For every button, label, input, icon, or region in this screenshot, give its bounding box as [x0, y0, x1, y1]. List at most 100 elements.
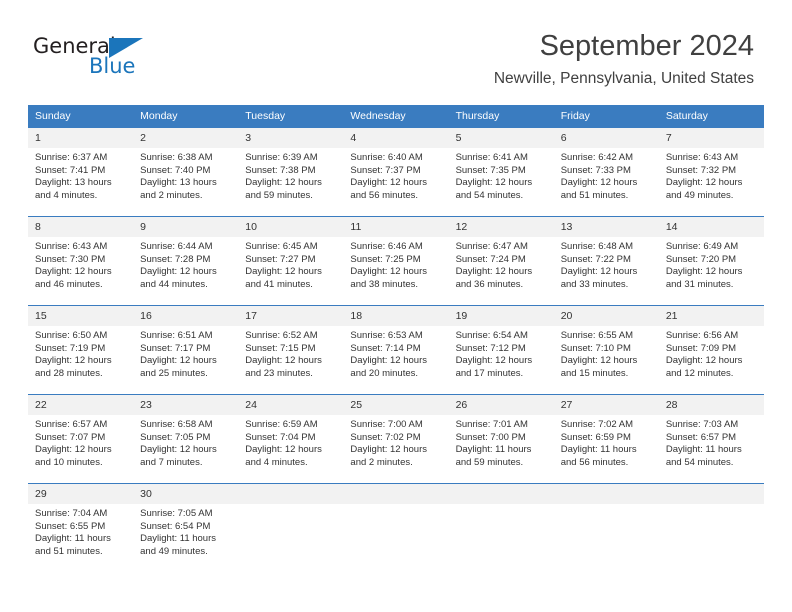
sunset-text: Sunset: 7:20 PM — [665, 253, 737, 265]
day-cell[interactable]: 29 Sunrise: 7:04 AM Sunset: 6:55 PM Dayl… — [28, 483, 134, 572]
sunrise-text: Sunrise: 6:48 AM — [560, 241, 634, 252]
daylight-text-line1: Daylight: 13 hours — [35, 177, 112, 189]
day-cell[interactable]: 5 Sunrise: 6:41 AM Sunset: 7:35 PM Dayli… — [448, 127, 554, 217]
daylight-text-line2: and 20 minutes. — [350, 367, 419, 379]
daylight-text-line1: Daylight: 12 hours — [350, 177, 427, 189]
sunset-text: Sunset: 7:22 PM — [560, 253, 631, 265]
day-number: 3 — [238, 128, 344, 148]
daylight-text-line1: Daylight: 12 hours — [665, 266, 743, 278]
day-cell[interactable]: 6 Sunrise: 6:42 AM Sunset: 7:33 PM Dayli… — [553, 127, 659, 217]
brand-logo[interactable]: General Blue — [33, 34, 213, 84]
sunrise-text: Sunrise: 6:39 AM — [245, 152, 318, 163]
daylight-text-line1: Daylight: 12 hours — [455, 355, 533, 367]
day-cell[interactable]: 18 Sunrise: 6:53 AM Sunset: 7:14 PM Dayl… — [343, 305, 449, 395]
day-cell[interactable]: 30 Sunrise: 7:05 AM Sunset: 6:54 PM Dayl… — [133, 483, 239, 572]
daylight-text-line1: Daylight: 12 hours — [560, 355, 638, 367]
sunrise-text: Sunrise: 6:44 AM — [140, 241, 213, 252]
day-cell[interactable]: 7 Sunrise: 6:43 AM Sunset: 7:32 PM Dayli… — [658, 127, 764, 217]
sunset-text: Sunset: 7:17 PM — [140, 342, 211, 354]
day-number: 1 — [28, 128, 134, 148]
sunset-text: Sunset: 7:24 PM — [455, 253, 526, 265]
sunset-text: Sunset: 6:57 PM — [665, 431, 737, 443]
day-cell[interactable]: 19 Sunrise: 6:54 AM Sunset: 7:12 PM Dayl… — [448, 305, 554, 395]
day-cell[interactable]: 9 Sunrise: 6:44 AM Sunset: 7:28 PM Dayli… — [133, 216, 239, 306]
day-details: Sunrise: 6:41 AM Sunset: 7:35 PM Dayligh… — [449, 148, 554, 216]
sunrise-text: Sunrise: 6:52 AM — [245, 330, 318, 341]
calendar-week-row: 22 Sunrise: 6:57 AM Sunset: 7:07 PM Dayl… — [28, 394, 764, 484]
sunrise-text: Sunrise: 6:41 AM — [455, 152, 528, 163]
daylight-text-line2: and 36 minutes. — [455, 278, 524, 290]
sunset-text: Sunset: 7:10 PM — [560, 342, 631, 354]
sunset-text: Sunset: 7:30 PM — [35, 253, 106, 265]
daylight-text-line1: Daylight: 12 hours — [245, 266, 322, 278]
day-number: 16 — [133, 306, 239, 326]
daylight-text-line1: Daylight: 12 hours — [665, 177, 743, 189]
day-details: Sunrise: 6:43 AM Sunset: 7:32 PM Dayligh… — [659, 148, 764, 216]
day-cell[interactable]: 12 Sunrise: 6:47 AM Sunset: 7:24 PM Dayl… — [448, 216, 554, 306]
daylight-text-line2: and 49 minutes. — [140, 545, 208, 557]
day-cell[interactable]: 23 Sunrise: 6:58 AM Sunset: 7:05 PM Dayl… — [133, 394, 239, 484]
daylight-text-line2: and 54 minutes. — [455, 189, 524, 201]
daylight-text-line2: and 56 minutes. — [350, 189, 419, 201]
day-cell[interactable]: 24 Sunrise: 6:59 AM Sunset: 7:04 PM Dayl… — [238, 394, 344, 484]
day-cell[interactable]: 1 Sunrise: 6:37 AM Sunset: 7:41 PM Dayli… — [28, 127, 134, 217]
day-number — [448, 484, 554, 504]
sunrise-text: Sunrise: 6:38 AM — [140, 152, 213, 163]
day-cell[interactable]: 21 Sunrise: 6:56 AM Sunset: 7:09 PM Dayl… — [658, 305, 764, 395]
daylight-text-line1: Daylight: 12 hours — [140, 444, 217, 456]
day-cell[interactable]: 27 Sunrise: 7:02 AM Sunset: 6:59 PM Dayl… — [553, 394, 659, 484]
day-cell[interactable]: 28 Sunrise: 7:03 AM Sunset: 6:57 PM Dayl… — [658, 394, 764, 484]
day-cell[interactable]: 17 Sunrise: 6:52 AM Sunset: 7:15 PM Dayl… — [238, 305, 344, 395]
day-details — [238, 504, 343, 572]
day-details: Sunrise: 6:51 AM Sunset: 7:17 PM Dayligh… — [133, 326, 238, 394]
sunrise-text: Sunrise: 7:03 AM — [665, 419, 739, 430]
day-cell[interactable]: 3 Sunrise: 6:39 AM Sunset: 7:38 PM Dayli… — [238, 127, 344, 217]
day-details: Sunrise: 7:04 AM Sunset: 6:55 PM Dayligh… — [28, 504, 133, 572]
calendar-week-row: 8 Sunrise: 6:43 AM Sunset: 7:30 PM Dayli… — [28, 216, 764, 306]
day-cell[interactable]: 16 Sunrise: 6:51 AM Sunset: 7:17 PM Dayl… — [133, 305, 239, 395]
sunrise-text: Sunrise: 6:47 AM — [455, 241, 528, 252]
sunset-text: Sunset: 7:28 PM — [140, 253, 211, 265]
sunrise-text: Sunrise: 7:04 AM — [35, 508, 108, 519]
day-cell[interactable]: 13 Sunrise: 6:48 AM Sunset: 7:22 PM Dayl… — [553, 216, 659, 306]
weekday-header-tuesday: Tuesday — [238, 105, 344, 128]
day-cell[interactable]: 2 Sunrise: 6:38 AM Sunset: 7:40 PM Dayli… — [133, 127, 239, 217]
title-block: September 2024 Newville, Pennsylvania, U… — [494, 28, 754, 90]
day-details: Sunrise: 6:38 AM Sunset: 7:40 PM Dayligh… — [133, 148, 238, 216]
daylight-text-line2: and 33 minutes. — [560, 278, 629, 290]
day-cell[interactable]: 14 Sunrise: 6:49 AM Sunset: 7:20 PM Dayl… — [658, 216, 764, 306]
daylight-text-line1: Daylight: 11 hours — [455, 444, 532, 456]
day-cell[interactable]: 25 Sunrise: 7:00 AM Sunset: 7:02 PM Dayl… — [343, 394, 449, 484]
daylight-text-line2: and 59 minutes. — [455, 456, 524, 468]
daylight-text-line1: Daylight: 12 hours — [455, 266, 533, 278]
daylight-text-line2: and 25 minutes. — [140, 367, 208, 379]
day-cell[interactable]: 8 Sunrise: 6:43 AM Sunset: 7:30 PM Dayli… — [28, 216, 134, 306]
sunrise-text: Sunrise: 6:53 AM — [350, 330, 423, 341]
day-cell[interactable]: 11 Sunrise: 6:46 AM Sunset: 7:25 PM Dayl… — [343, 216, 449, 306]
sunset-text: Sunset: 7:40 PM — [140, 164, 211, 176]
sunset-text: Sunset: 7:07 PM — [35, 431, 106, 443]
day-cell[interactable]: 4 Sunrise: 6:40 AM Sunset: 7:37 PM Dayli… — [343, 127, 449, 217]
daylight-text-line1: Daylight: 12 hours — [350, 266, 427, 278]
sunrise-text: Sunrise: 6:40 AM — [350, 152, 423, 163]
day-cell[interactable]: 22 Sunrise: 6:57 AM Sunset: 7:07 PM Dayl… — [28, 394, 134, 484]
calendar-week-row: 15 Sunrise: 6:50 AM Sunset: 7:19 PM Dayl… — [28, 305, 764, 395]
day-number: 23 — [133, 395, 239, 415]
daylight-text-line2: and 59 minutes. — [245, 189, 313, 201]
day-number: 25 — [343, 395, 449, 415]
day-cell[interactable]: 26 Sunrise: 7:01 AM Sunset: 7:00 PM Dayl… — [448, 394, 554, 484]
sunrise-text: Sunrise: 7:02 AM — [560, 419, 634, 430]
day-cell[interactable]: 10 Sunrise: 6:45 AM Sunset: 7:27 PM Dayl… — [238, 216, 344, 306]
day-cell[interactable]: 20 Sunrise: 6:55 AM Sunset: 7:10 PM Dayl… — [553, 305, 659, 395]
day-cell[interactable]: 15 Sunrise: 6:50 AM Sunset: 7:19 PM Dayl… — [28, 305, 134, 395]
sunset-text: Sunset: 7:15 PM — [245, 342, 316, 354]
day-cell-empty — [448, 483, 554, 572]
day-number: 7 — [658, 128, 764, 148]
day-number: 18 — [343, 306, 449, 326]
day-details: Sunrise: 6:59 AM Sunset: 7:04 PM Dayligh… — [238, 415, 343, 483]
day-details: Sunrise: 6:37 AM Sunset: 7:41 PM Dayligh… — [28, 148, 133, 216]
daylight-text-line2: and 10 minutes. — [35, 456, 103, 468]
daylight-text-line2: and 46 minutes. — [35, 278, 103, 290]
sunset-text: Sunset: 7:19 PM — [35, 342, 106, 354]
daylight-text-line2: and 54 minutes. — [665, 456, 734, 468]
